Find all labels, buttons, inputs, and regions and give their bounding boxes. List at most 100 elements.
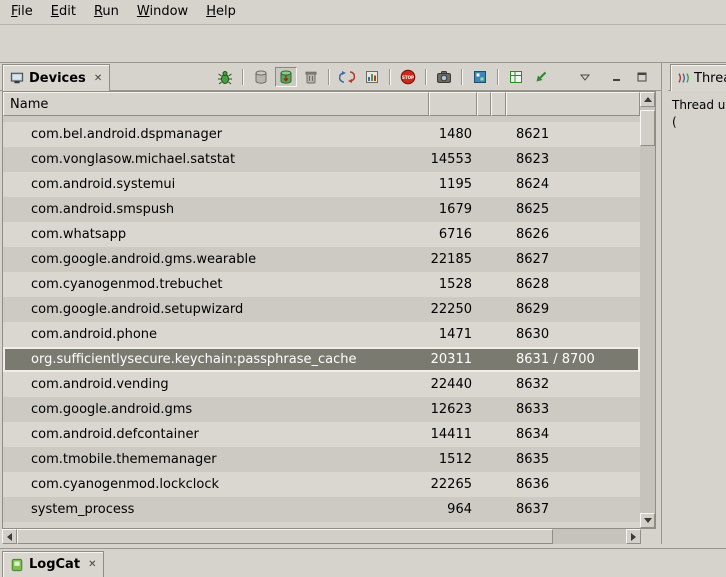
process-port: 8633 <box>506 397 640 422</box>
process-cell-empty <box>491 372 506 397</box>
table-row[interactable]: com.whatsapp67168626 <box>3 222 640 247</box>
process-cell-empty <box>491 497 506 522</box>
process-name: com.cyanogenmod.trebuchet <box>3 272 429 297</box>
process-cell-empty <box>491 397 506 422</box>
process-name: com.vonglasow.michael.satstat <box>3 147 429 172</box>
table-row[interactable]: system_process9648637 <box>3 497 640 522</box>
table-row[interactable]: com.android.defcontainer144118634 <box>3 422 640 447</box>
table-row[interactable]: com.cyanogenmod.trebuchet15288628 <box>3 272 640 297</box>
table-row[interactable]: com.android.systemui11958624 <box>3 172 640 197</box>
maximize-icon[interactable] <box>631 67 653 87</box>
process-cell-empty <box>491 447 506 472</box>
toolbar-gap <box>599 77 603 78</box>
process-cell-empty <box>491 172 506 197</box>
method-profiling-icon[interactable] <box>361 67 383 87</box>
vertical-scroll-thumb[interactable] <box>640 110 655 146</box>
debug-process-icon[interactable] <box>214 67 236 87</box>
process-cell-empty <box>477 322 491 347</box>
menu-item-window[interactable]: Window <box>128 0 197 24</box>
threads-message-line: Thread up <box>672 97 722 114</box>
toolbar-separator <box>497 69 499 85</box>
table-row[interactable]: com.google.android.setupwizard222508629 <box>3 297 640 322</box>
cause-gc-icon[interactable] <box>300 67 322 87</box>
horizontal-scroll-track[interactable] <box>17 529 626 544</box>
capture-ui-hierarchy-icon[interactable] <box>505 67 527 87</box>
view-menu-icon[interactable] <box>574 67 596 87</box>
threads-message-line: ( <box>672 114 722 131</box>
scroll-up-button[interactable] <box>640 92 655 107</box>
minimize-icon[interactable] <box>606 67 628 87</box>
process-cell-empty <box>477 372 491 397</box>
arrow-left-icon <box>7 533 12 541</box>
process-cell-empty <box>477 397 491 422</box>
process-pid: 22440 <box>429 372 477 397</box>
process-cell-empty <box>477 447 491 472</box>
close-icon[interactable]: ✕ <box>94 73 102 84</box>
toolbar-gap <box>555 77 571 78</box>
process-cell-empty <box>477 422 491 447</box>
menu-item-file[interactable]: File <box>2 0 42 24</box>
process-cell-empty <box>491 422 506 447</box>
vertical-scroll-track[interactable] <box>640 107 655 513</box>
table-row[interactable]: com.bel.android.dspmanager14808621 <box>3 122 640 147</box>
stop-process-icon[interactable]: STOP <box>397 67 419 87</box>
table-row[interactable]: com.google.android.gms.wearable221858627 <box>3 247 640 272</box>
column-header-pid[interactable] <box>429 92 477 116</box>
process-port: 8631 / 8700 <box>506 347 640 372</box>
process-cell-empty <box>491 247 506 272</box>
process-cell-empty <box>477 272 491 297</box>
horizontal-scroll-thumb[interactable] <box>17 529 553 544</box>
process-port: 8635 <box>506 447 640 472</box>
process-cell-empty <box>477 347 491 372</box>
screen-capture-icon[interactable] <box>433 67 455 87</box>
process-pid: 1471 <box>429 322 477 347</box>
table-row[interactable]: com.vonglasow.michael.satstat145538623 <box>3 147 640 172</box>
process-pid: 1480 <box>429 122 477 147</box>
process-pid: 1679 <box>429 197 477 222</box>
update-threads-icon[interactable] <box>336 67 358 87</box>
process-pid: 1195 <box>429 172 477 197</box>
threads-tabbar: Threads <box>668 63 726 91</box>
table-row[interactable]: com.google.android.gms126238633 <box>3 397 640 422</box>
logcat-panel: LogCat ✕ <box>0 548 726 577</box>
dump-hprof-icon[interactable] <box>275 67 297 87</box>
column-header-port[interactable] <box>506 92 640 116</box>
table-row[interactable]: com.tmobile.thememanager15128635 <box>3 447 640 472</box>
table-row[interactable]: com.android.phone14718630 <box>3 322 640 347</box>
menu-item-help[interactable]: Help <box>197 0 245 24</box>
process-cell-empty <box>477 472 491 497</box>
dump-view-hierarchy-icon[interactable] <box>469 67 491 87</box>
update-heap-icon[interactable] <box>250 67 272 87</box>
table-row[interactable]: com.android.smspush16798625 <box>3 197 640 222</box>
vertical-scrollbar[interactable] <box>640 92 655 528</box>
process-name: com.android.systemui <box>3 172 429 197</box>
table-row[interactable]: org.sufficientlysecure.keychain:passphra… <box>3 347 640 372</box>
close-icon[interactable]: ✕ <box>88 559 96 570</box>
tab-devices-label: Devices <box>29 71 86 86</box>
process-port: 8621 <box>506 122 640 147</box>
table-row[interactable]: com.android.vending224408632 <box>3 372 640 397</box>
tab-logcat[interactable]: LogCat ✕ <box>2 551 104 577</box>
menu-item-edit[interactable]: Edit <box>42 0 85 24</box>
tab-threads[interactable]: Threads <box>670 64 726 91</box>
process-cell-empty <box>491 472 506 497</box>
process-cell-empty <box>477 172 491 197</box>
system-info-icon[interactable] <box>530 67 552 87</box>
column-header-name[interactable]: Name <box>3 92 429 116</box>
column-header-3[interactable] <box>477 92 491 116</box>
menu-item-run[interactable]: Run <box>85 0 128 24</box>
scroll-down-button[interactable] <box>640 513 655 528</box>
horizontal-scrollbar[interactable] <box>2 529 641 544</box>
tab-devices[interactable]: Devices ✕ <box>2 64 110 91</box>
table-row[interactable]: com.cyanogenmod.lockclock222658636 <box>3 472 640 497</box>
process-pid: 12623 <box>429 397 477 422</box>
scroll-right-button[interactable] <box>626 529 641 544</box>
threads-tab-icon <box>676 71 690 85</box>
process-port: 8632 <box>506 372 640 397</box>
column-header-4[interactable] <box>491 92 506 116</box>
process-pid: 1512 <box>429 447 477 472</box>
process-port: 8637 <box>506 497 640 522</box>
process-cell-empty <box>477 122 491 147</box>
scroll-left-button[interactable] <box>2 529 17 544</box>
process-cell-empty <box>477 247 491 272</box>
